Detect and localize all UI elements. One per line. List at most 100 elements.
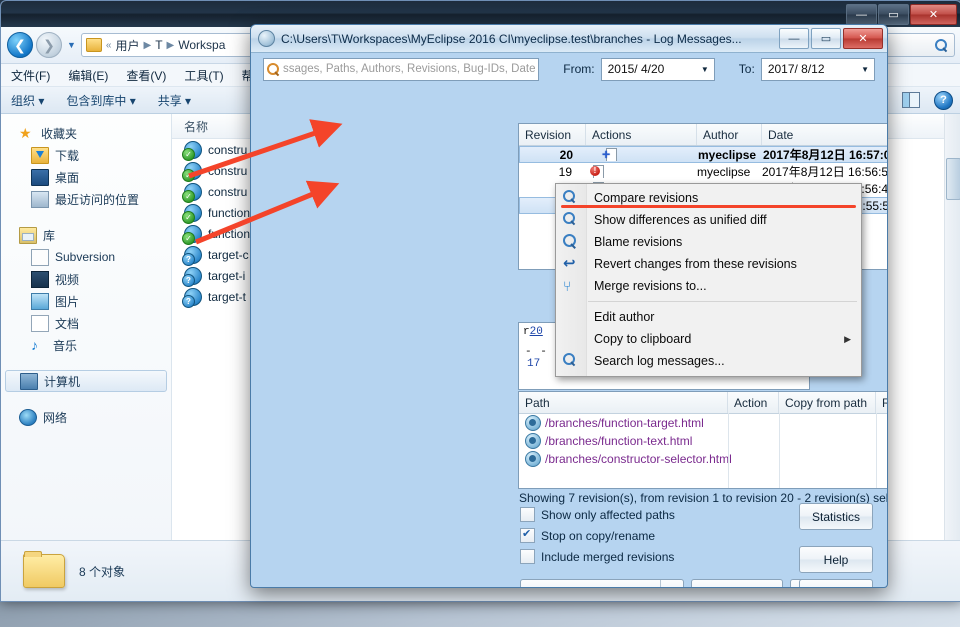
- chevron-down-icon[interactable]: ▼: [701, 65, 712, 74]
- sidebar-item-subversion[interactable]: Subversion: [1, 246, 171, 268]
- scrollbar-thumb[interactable]: [946, 158, 960, 200]
- breadcrumb-root[interactable]: «: [106, 40, 112, 51]
- cell-path: /branches/constructor-selector.html: [545, 452, 732, 466]
- menu-item-copy-to-clipboard[interactable]: Copy to clipboard ▶: [556, 328, 861, 350]
- sidebar-item-computer[interactable]: 计算机: [5, 370, 167, 392]
- show-all-dropdown-arrow[interactable]: ▶: [660, 580, 683, 587]
- menu-item-merge-revisions[interactable]: ⑂ Merge revisions to...: [556, 275, 861, 297]
- table-row[interactable]: /branches/function-text.html: [519, 432, 887, 450]
- table-row[interactable]: 20 myeclipse 2017年8月12日 16:57:06: [519, 146, 888, 163]
- table-row[interactable]: /branches/function-target.html: [519, 414, 887, 432]
- explorer-minimize-button[interactable]: —: [846, 4, 877, 25]
- help-button[interactable]: Help: [799, 546, 873, 573]
- column-header-path[interactable]: Path: [519, 392, 728, 413]
- column-header-action[interactable]: Action: [728, 392, 779, 413]
- show-all-button[interactable]: Show All ▶: [520, 579, 684, 587]
- svn-file-icon: [525, 433, 541, 449]
- chevron-down-icon[interactable]: ▼: [861, 65, 872, 74]
- changed-paths-table: Path Action Copy from path Revision /bra…: [518, 391, 887, 489]
- toolbar-organize[interactable]: 组织 ▾: [11, 92, 44, 109]
- sidebar-item-label: Subversion: [55, 250, 116, 264]
- explorer-maximize-button[interactable]: ▭: [878, 4, 909, 25]
- next-100-button[interactable]: Next 100: [691, 579, 783, 587]
- toolbar-share[interactable]: 共享 ▾: [158, 92, 191, 109]
- dialog-maximize-button[interactable]: ▭: [811, 28, 841, 49]
- status-text: 8 个对象: [79, 564, 126, 579]
- download-folder-icon: [31, 146, 49, 164]
- column-header-copy-from-path[interactable]: Copy from path: [779, 392, 876, 413]
- cell-date: 2017年8月12日 16:57:06: [763, 148, 888, 162]
- sidebar-item-favorites[interactable]: ★ 收藏夹: [1, 122, 171, 144]
- menu-view[interactable]: 查看(V): [126, 67, 166, 84]
- file-name: function: [208, 205, 251, 220]
- dialog-close-button[interactable]: ✕: [843, 28, 883, 49]
- to-date-picker[interactable]: 2017/ 8/12 ▼: [760, 57, 875, 81]
- help-icon[interactable]: ?: [934, 90, 953, 110]
- column-header-actions[interactable]: Actions: [586, 124, 697, 145]
- checkbox-label: Show only affected paths: [541, 507, 675, 522]
- breadcrumb-separator: ▶: [166, 39, 175, 51]
- menu-item-edit-author[interactable]: Edit author: [556, 306, 861, 328]
- cell-date: 2017年8月12日 16:56:58: [762, 165, 888, 179]
- from-date-picker[interactable]: 2015/ 4/20 ▼: [600, 57, 715, 81]
- statistics-button[interactable]: Statistics: [799, 503, 873, 530]
- menu-item-search-log-messages[interactable]: Search log messages...: [556, 350, 861, 372]
- forward-button[interactable]: ❯: [36, 32, 62, 58]
- filter-placeholder: ssages, Paths, Authors, Revisions, Bug-I…: [283, 63, 536, 75]
- menu-tools[interactable]: 工具(T): [184, 67, 223, 84]
- table-row[interactable]: /branches/constructor-selector.html: [519, 450, 887, 468]
- menu-edit[interactable]: 编辑(E): [68, 67, 108, 84]
- sidebar-item-music[interactable]: ♪ 音乐: [1, 334, 171, 356]
- explorer-close-button[interactable]: ✕: [910, 4, 957, 25]
- menu-separator: [588, 301, 857, 302]
- checkbox-box[interactable]: [520, 549, 535, 564]
- sidebar-item-documents[interactable]: 文档: [1, 312, 171, 334]
- toolbar-include-in-library[interactable]: 包含到库中 ▾: [66, 92, 135, 109]
- menu-item-show-differences-unified-diff[interactable]: Show differences as unified diff: [556, 209, 861, 231]
- svn-unversioned-file-icon: [182, 287, 202, 308]
- menu-item-blame-revisions[interactable]: Blame revisions: [556, 231, 861, 253]
- checkbox-include-merged-revisions[interactable]: Include merged revisions: [520, 549, 674, 564]
- sidebar-item-downloads[interactable]: 下载: [1, 144, 171, 166]
- from-label: From:: [563, 62, 595, 76]
- sidebar-item-libraries[interactable]: 库: [1, 224, 171, 246]
- search-icon[interactable]: [267, 62, 280, 76]
- dialog-minimize-button[interactable]: —: [779, 28, 809, 49]
- column-header-revision[interactable]: Revision: [519, 124, 586, 145]
- recent-pages-dropdown-icon[interactable]: ▼: [67, 40, 76, 50]
- file-list-scrollbar[interactable]: [944, 114, 960, 556]
- sidebar-item-videos[interactable]: 视频: [1, 268, 171, 290]
- sidebar-item-network[interactable]: 网络: [1, 406, 171, 428]
- sidebar-item-label: 图片: [55, 294, 80, 309]
- revision-context-menu: Compare revisions Show differences as un…: [555, 183, 862, 377]
- sidebar-item-desktop[interactable]: 桌面: [1, 166, 171, 188]
- filter-input[interactable]: ssages, Paths, Authors, Revisions, Bug-I…: [263, 57, 540, 81]
- sidebar-item-recent-places[interactable]: 最近访问的位置: [1, 188, 171, 210]
- folder-icon: [85, 38, 102, 52]
- toolbar-right-group: ?: [902, 90, 953, 110]
- menu-file[interactable]: 文件(F): [11, 67, 50, 84]
- column-header-author[interactable]: Author: [697, 124, 762, 145]
- checkbox-box[interactable]: [520, 507, 535, 522]
- table-row[interactable]: 19 myeclipse 2017年8月12日 16:56:58: [519, 163, 888, 180]
- breadcrumb-item-1[interactable]: T: [155, 38, 162, 52]
- checkbox-box[interactable]: [520, 527, 535, 543]
- documents-library-icon: [31, 314, 49, 332]
- breadcrumb-item-0[interactable]: 用户: [115, 37, 139, 54]
- added-file-icon: [602, 148, 617, 161]
- svn-file-icon: [525, 415, 541, 431]
- menu-item-revert-changes[interactable]: ↩ Revert changes from these revisions: [556, 253, 861, 275]
- back-button[interactable]: ❮: [7, 32, 33, 58]
- checkbox-show-only-affected-paths[interactable]: Show only affected paths: [520, 507, 675, 522]
- breadcrumb-item-2[interactable]: Workspa: [178, 38, 225, 52]
- to-label: To:: [738, 62, 755, 76]
- ok-button[interactable]: OK: [799, 579, 873, 587]
- sidebar-item-pictures[interactable]: 图片: [1, 290, 171, 312]
- column-header-revision[interactable]: Revision: [876, 392, 887, 413]
- column-header-date[interactable]: Date: [762, 124, 887, 145]
- revision-link[interactable]: 20: [530, 326, 543, 338]
- checkbox-stop-on-copy-rename[interactable]: Stop on copy/rename: [520, 527, 655, 543]
- sidebar-item-label: 音乐: [53, 338, 78, 353]
- revision-table-header: Revision Actions Author Date Message: [519, 124, 887, 146]
- change-view-icon[interactable]: [902, 92, 920, 108]
